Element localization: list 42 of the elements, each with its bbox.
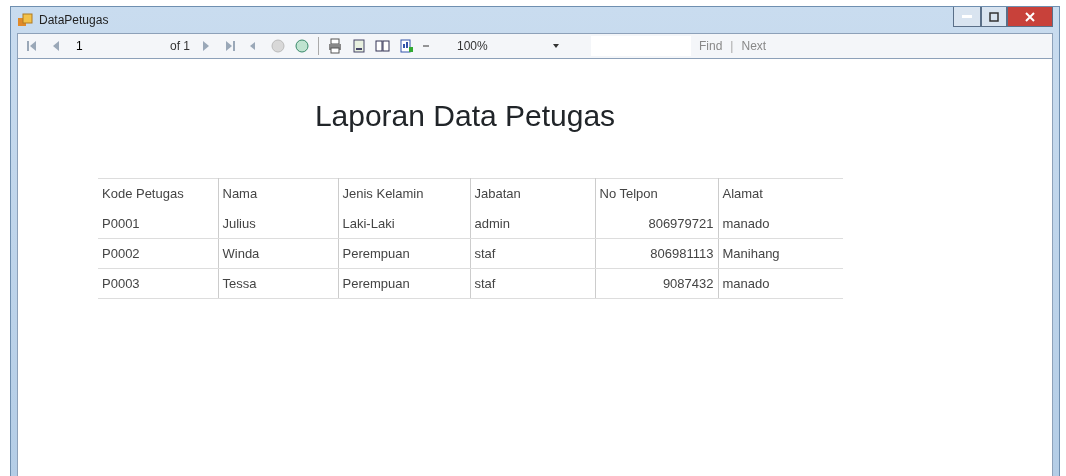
column-header: Nama (218, 178, 338, 209)
column-header: Alamat (718, 178, 843, 209)
column-header: No Telpon (595, 178, 718, 209)
report-title: Laporan Data Petugas (313, 98, 617, 134)
table-cell: Laki-Laki (338, 208, 470, 239)
table-cell: 806981113 (595, 238, 718, 269)
column-header: Jenis Kelamin (338, 178, 470, 209)
table-cell: admin (470, 208, 595, 239)
minimize-icon (962, 14, 972, 19)
table-cell: 9087432 (595, 268, 718, 299)
export-icon[interactable] (399, 38, 415, 54)
page-count: of 1 (170, 38, 190, 55)
column-header: Kode Petugas (98, 178, 218, 209)
table-cell: Perempuan (338, 268, 470, 299)
table-cell: staf (470, 238, 595, 269)
table-cell: P0001 (98, 208, 218, 239)
table-cell: manado (718, 268, 843, 299)
page-setup-icon[interactable] (375, 38, 391, 54)
table-cell: Tessa (218, 268, 338, 299)
table-cell: Perempuan (338, 238, 470, 269)
table-cell: 806979721 (595, 208, 718, 239)
caret-icon (553, 44, 559, 48)
table-cell: manado (718, 208, 843, 239)
table-cell: staf (470, 268, 595, 299)
separator: | (730, 38, 734, 55)
print-layout-icon[interactable] (351, 38, 367, 54)
table-cell: P0003 (98, 268, 218, 299)
table-cell: Winda (218, 238, 338, 269)
app-icon (17, 12, 33, 28)
close-icon (1025, 11, 1035, 22)
print-icon[interactable] (327, 38, 343, 54)
column-header: Jabatan (470, 178, 595, 209)
table-cell: Manihang (718, 238, 843, 269)
table-cell: Julius (218, 208, 338, 239)
zoom-dropdown[interactable]: 100% (453, 36, 563, 56)
table-cell: P0002 (98, 238, 218, 269)
close-button[interactable] (1007, 7, 1053, 27)
maximize-icon (989, 11, 999, 22)
maximize-button[interactable] (981, 7, 1007, 27)
page-field[interactable]: 1 (72, 36, 162, 56)
window-title: DataPetugas (39, 12, 109, 29)
minimize-button[interactable] (953, 7, 981, 27)
